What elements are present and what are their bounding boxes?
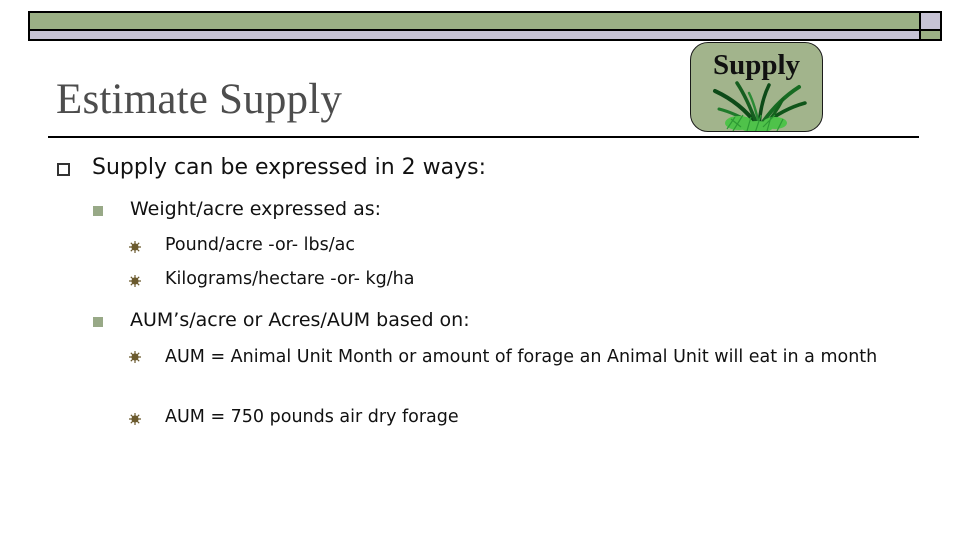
bullet-level2: Weight/acre expressed as: [130, 198, 382, 220]
banner-cell-bottom-right [921, 31, 940, 39]
bullet-level3: Pound/acre -or- lbs/ac [165, 235, 355, 255]
square-bullet-icon [93, 317, 103, 327]
square-bullet-icon [93, 206, 103, 216]
star-bullet-icon [129, 241, 141, 253]
slide-title: Estimate Supply [56, 76, 343, 123]
hollow-square-bullet-icon [57, 163, 70, 176]
banner-band-bottom [30, 31, 919, 39]
badge-label: Supply [712, 49, 801, 81]
bullet-level3: Kilograms/hectare -or- kg/ha [165, 269, 415, 289]
top-banner [28, 11, 942, 41]
supply-badge: Supply [690, 42, 823, 132]
banner-band-top [30, 13, 919, 29]
bullet-level3: AUM = Animal Unit Month or amount of for… [165, 347, 878, 367]
star-bullet-icon [129, 275, 141, 287]
bullet-level2: AUM’s/acre or Acres/AUM based on: [130, 309, 470, 331]
star-bullet-icon [129, 413, 141, 425]
bullet-level3: AUM = 750 pounds air dry forage [165, 407, 459, 427]
bullet-level1: Supply can be expressed in 2 ways: [92, 155, 487, 180]
star-bullet-icon [129, 351, 141, 363]
banner-cell-top-right [921, 13, 940, 29]
title-divider [48, 136, 919, 138]
